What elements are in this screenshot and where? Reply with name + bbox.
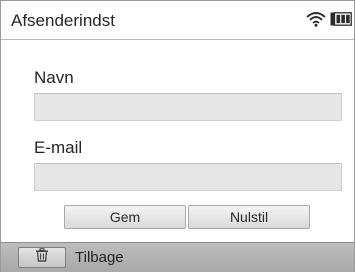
status-icons [306,11,352,32]
save-button[interactable]: Gem [64,205,186,229]
email-field[interactable] [34,163,342,191]
battery-icon [330,11,352,31]
reset-button[interactable]: Nulstil [188,205,310,229]
wifi-icon [306,11,330,32]
name-field[interactable] [34,93,342,121]
back-label: Tilbage [75,249,124,266]
page-title: Afsenderindst [11,11,115,30]
trash-icon [35,248,49,267]
email-label: E-mail [34,138,83,157]
name-label: Navn [34,68,74,87]
sender-settings-screen: Afsenderindst Navn E-mail Gem Nulstil Ti… [0,0,355,272]
back-button[interactable] [18,247,66,268]
title-bar: Afsenderindst [1,1,354,40]
bottom-bar: Tilbage [1,242,354,272]
